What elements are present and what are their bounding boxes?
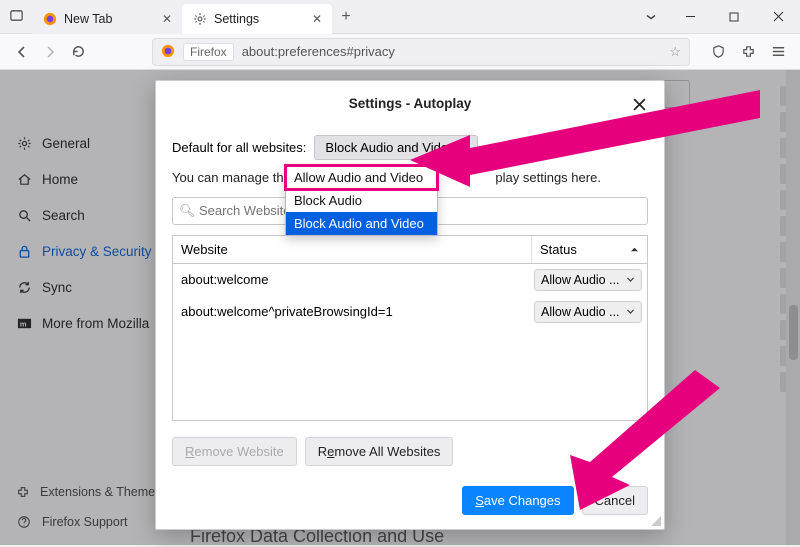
- url-bar[interactable]: Firefox about:preferences#privacy ☆: [152, 38, 690, 66]
- default-label: Default for all websites:: [172, 140, 306, 155]
- sort-up-icon: [630, 242, 639, 257]
- taskview-icon[interactable]: [0, 8, 32, 26]
- cancel-button[interactable]: Cancel: [582, 486, 648, 515]
- toolbar: Firefox about:preferences#privacy ☆: [0, 34, 800, 70]
- shield-icon[interactable]: [704, 38, 732, 66]
- dropdown-option-allow-av[interactable]: Allow Audio and Video: [286, 166, 437, 189]
- newtab-button[interactable]: +: [332, 8, 360, 26]
- bookmark-icon[interactable]: ☆: [669, 44, 681, 60]
- default-select[interactable]: Block Audio and Video: [314, 135, 478, 160]
- th-website[interactable]: Website: [173, 236, 532, 263]
- dropdown-option-block-audio[interactable]: Block Audio: [286, 189, 437, 212]
- table-body: about:welcome Allow Audio ... about:welc…: [172, 263, 648, 421]
- cell-website: about:welcome: [173, 264, 529, 295]
- autoplay-modal: Settings - Autoplay Default for all webs…: [155, 80, 665, 530]
- forward-button[interactable]: [36, 38, 64, 66]
- modal-title: Settings - Autoplay: [349, 96, 472, 111]
- row-status-select[interactable]: Allow Audio ...: [534, 301, 642, 323]
- gear-icon: [192, 11, 208, 27]
- minimize-button[interactable]: [668, 3, 712, 31]
- close-icon[interactable]: ✕: [312, 12, 322, 26]
- resize-handle[interactable]: [649, 514, 661, 526]
- window-controls: [634, 3, 800, 31]
- table-row[interactable]: about:welcome Allow Audio ...: [173, 264, 647, 296]
- modal-close-button[interactable]: [626, 91, 652, 117]
- menu-icon[interactable]: [764, 38, 792, 66]
- extensions-icon[interactable]: [734, 38, 762, 66]
- row-status-select[interactable]: Allow Audio ...: [534, 269, 642, 291]
- tab-label: New Tab: [64, 12, 112, 26]
- maximize-button[interactable]: [712, 3, 756, 31]
- firefox-icon: [42, 11, 58, 27]
- firefox-icon: [161, 44, 177, 60]
- search-icon: 🔍︎: [179, 203, 196, 219]
- tab-settings[interactable]: Settings ✕: [182, 4, 332, 34]
- table-row[interactable]: about:welcome^privateBrowsingId=1 Allow …: [173, 296, 647, 328]
- table-header: Website Status: [172, 235, 648, 263]
- th-status[interactable]: Status: [532, 236, 647, 263]
- reload-button[interactable]: [64, 38, 92, 66]
- remove-all-button[interactable]: Remove All Websites: [305, 437, 454, 466]
- chevron-down-icon: [461, 140, 471, 155]
- tab-label: Settings: [214, 12, 259, 26]
- default-row: Default for all websites: Block Audio an…: [172, 135, 648, 160]
- close-button[interactable]: [756, 3, 800, 31]
- dropdown-option-block-av[interactable]: Block Audio and Video: [286, 212, 437, 235]
- modal-header: Settings - Autoplay: [172, 93, 648, 115]
- url-text: about:preferences#privacy: [242, 44, 395, 59]
- chevron-down-icon[interactable]: [634, 3, 668, 31]
- remove-website-button[interactable]: Remove Website: [172, 437, 297, 466]
- url-badge: Firefox: [183, 43, 234, 61]
- close-icon[interactable]: ✕: [162, 12, 172, 26]
- back-button[interactable]: [8, 38, 36, 66]
- tab-newtab[interactable]: New Tab ✕: [32, 4, 182, 34]
- default-value: Block Audio and Video: [325, 140, 455, 155]
- default-dropdown: Allow Audio and Video Block Audio Block …: [285, 165, 438, 236]
- save-changes-button[interactable]: Save Changes: [462, 486, 573, 515]
- cell-website: about:welcome^privateBrowsingId=1: [173, 296, 529, 327]
- titlebar: New Tab ✕ Settings ✕ +: [0, 0, 800, 34]
